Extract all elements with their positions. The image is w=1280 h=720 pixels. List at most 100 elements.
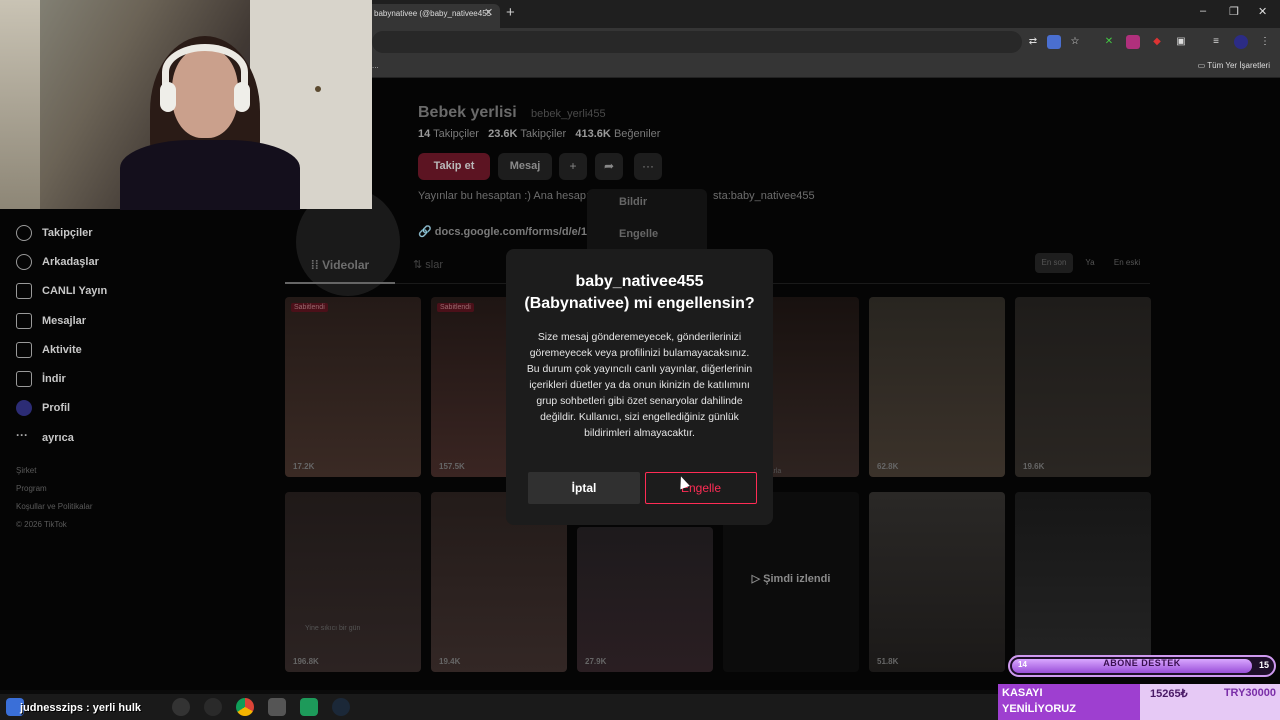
- sort-oldest[interactable]: En eski: [1106, 253, 1148, 273]
- sidebar-item-activity[interactable]: Aktivite: [0, 335, 240, 364]
- more-icon: ···: [16, 427, 28, 442]
- watched-text: Şimdi izlendi: [763, 573, 831, 585]
- maximize-button[interactable]: ❐: [1229, 5, 1239, 18]
- translate-icon[interactable]: ⇄: [1026, 35, 1040, 49]
- profile-avatar-icon[interactable]: [1234, 35, 1248, 49]
- footer-link[interactable]: Koşullar ve Politikalar: [16, 498, 240, 516]
- more-options-icon[interactable]: ···: [634, 153, 662, 180]
- tab-reposts[interactable]: ⇅ slar: [413, 254, 443, 276]
- headphone-ear-right: [234, 82, 250, 112]
- sidebar-item-download[interactable]: İndir: [0, 364, 240, 393]
- bio-text: Yayınlar bu hesaptan :) Ana hesap:: [418, 190, 590, 202]
- message-button[interactable]: Mesaj: [498, 153, 552, 180]
- video-thumbnail[interactable]: 62.8K: [869, 297, 1005, 477]
- view-count: 19.4K: [439, 657, 461, 666]
- activity-icon: [16, 341, 32, 358]
- download-icon: [16, 371, 32, 388]
- donation-label-2: YENİLİYORUZ: [1002, 703, 1076, 715]
- star-icon[interactable]: ☆: [1068, 35, 1082, 49]
- sort-latest[interactable]: En son: [1035, 253, 1073, 273]
- donation-goal: KASAYI YENİLİYORUZ 15265₺ TRY30000: [998, 684, 1280, 720]
- live-icon: [16, 283, 32, 300]
- view-count: 27.9K: [585, 657, 607, 666]
- friends-icon: [16, 253, 32, 270]
- view-count: 62.8K: [877, 462, 899, 471]
- puzzle-icon[interactable]: ▣: [1174, 35, 1188, 49]
- all-bookmarks-label: Tüm Yer İşaretleri: [1207, 61, 1270, 70]
- extension-icon-3[interactable]: ◆: [1150, 35, 1164, 49]
- chrome-icon[interactable]: [236, 698, 254, 716]
- video-thumbnail[interactable]: Sabitlendi 17.2K: [285, 297, 421, 477]
- media-icon[interactable]: ≡: [1209, 35, 1223, 49]
- footer-link[interactable]: Şirket: [16, 462, 240, 480]
- address-bar[interactable]: [372, 31, 1022, 53]
- report-menu-item[interactable]: Bildir: [587, 189, 707, 221]
- extension-x-icon[interactable]: ✕: [1102, 35, 1116, 49]
- sidebar-item-label: Aktivite: [42, 343, 82, 356]
- share-icon[interactable]: ➦: [595, 153, 623, 180]
- tab-videos-label: Videolar: [322, 258, 370, 272]
- cancel-button[interactable]: İptal: [528, 472, 640, 504]
- bookmark-truncated[interactable]: ...: [372, 61, 379, 70]
- sub-goal-label: ABONE DESTEK: [1103, 658, 1181, 668]
- profile-handle: bebek_yerli455: [531, 108, 606, 120]
- close-window-button[interactable]: ✕: [1258, 5, 1267, 18]
- door-knob: [315, 86, 321, 92]
- messages-icon: [16, 312, 32, 329]
- sidebar: Takipçiler Arkadaşlar CANLI Yayın Mesajl…: [0, 218, 240, 534]
- profile-link[interactable]: 🔗 docs.google.com/forms/d/e/1...: [418, 225, 596, 238]
- following-label: Takipçiler: [433, 128, 479, 140]
- likes-label: Beğeniler: [613, 128, 661, 140]
- followers-icon: [16, 224, 32, 241]
- taskbar: [0, 694, 998, 720]
- sidebar-item-label: Takipçiler: [42, 226, 93, 239]
- sort-popular[interactable]: Ya: [1078, 253, 1102, 273]
- settings-icon[interactable]: [268, 698, 286, 716]
- sidebar-item-friends[interactable]: Arkadaşlar: [0, 247, 240, 276]
- sidebar-footer: Şirket Program Koşullar ve Politikalar ©…: [0, 462, 240, 534]
- following-count: 14: [418, 128, 431, 140]
- sidebar-item-more[interactable]: ··· ayrıca: [0, 423, 240, 452]
- obs-icon[interactable]: [204, 698, 222, 716]
- pinned-badge: Sabitlendi: [437, 303, 474, 312]
- sidebar-item-label: Mesajlar: [42, 314, 87, 327]
- close-tab-icon[interactable]: ✕: [484, 6, 493, 19]
- shelf: [0, 0, 40, 209]
- sidebar-item-label: CANLI Yayın: [42, 285, 108, 298]
- spreadsheet-icon[interactable]: [300, 698, 318, 716]
- tab-videos[interactable]: ⁞⁞ Videolar: [285, 254, 395, 284]
- sidebar-item-live[interactable]: CANLI Yayın: [0, 277, 240, 306]
- extension-icon[interactable]: [1047, 35, 1061, 49]
- video-thumbnail[interactable]: 19.6K: [1015, 297, 1151, 477]
- video-thumbnail[interactable]: 51.8K: [869, 492, 1005, 672]
- profile-name: Bebek yerlisi: [418, 104, 517, 121]
- dialog-title: baby_nativee455 (Babynativee) mi engelle…: [524, 273, 755, 312]
- footer-link[interactable]: Program: [16, 480, 240, 498]
- steam-icon[interactable]: [332, 698, 350, 716]
- minimize-button[interactable]: –: [1200, 5, 1206, 17]
- donation-label-1: KASAYI: [1002, 687, 1043, 699]
- video-thumbnail[interactable]: [1015, 492, 1151, 672]
- sub-goal-target: 15: [1258, 660, 1269, 670]
- add-friend-icon[interactable]: +: [559, 153, 587, 180]
- menu-icon[interactable]: ⋮: [1258, 35, 1272, 49]
- sidebar-item-messages[interactable]: Mesajlar: [0, 306, 240, 335]
- sidebar-item-label: Arkadaşlar: [42, 255, 99, 268]
- extension-icon-2[interactable]: [1126, 35, 1140, 49]
- sidebar-item-followers[interactable]: Takipçiler: [0, 218, 240, 247]
- all-bookmarks[interactable]: ▭ Tüm Yer İşaretleri: [1198, 61, 1270, 70]
- bio-text-2: sta:baby_nativee455: [713, 190, 815, 202]
- new-tab-button[interactable]: +: [506, 4, 515, 21]
- watched-label: ▷ Şimdi izlendi: [751, 573, 831, 585]
- sidebar-item-profile[interactable]: Profil: [0, 394, 240, 423]
- follow-button[interactable]: Takip et: [418, 153, 490, 180]
- video-thumbnail[interactable]: 27.9K: [577, 527, 713, 672]
- sub-goal-bar: 14 ABONE DESTEK 15: [1008, 655, 1276, 677]
- sidebar-item-label: Profil: [42, 402, 71, 415]
- confirm-block-button[interactable]: Engelle: [645, 472, 757, 504]
- app-icon[interactable]: [172, 698, 190, 716]
- sidebar-item-label: ayrıca: [42, 431, 74, 444]
- browser-tab[interactable]: babynativee (@baby_nativee455: [360, 4, 500, 28]
- view-count: 17.2K: [293, 462, 315, 471]
- video-thumbnail[interactable]: Yine sıkıcı bir gün 196.8K: [285, 492, 421, 672]
